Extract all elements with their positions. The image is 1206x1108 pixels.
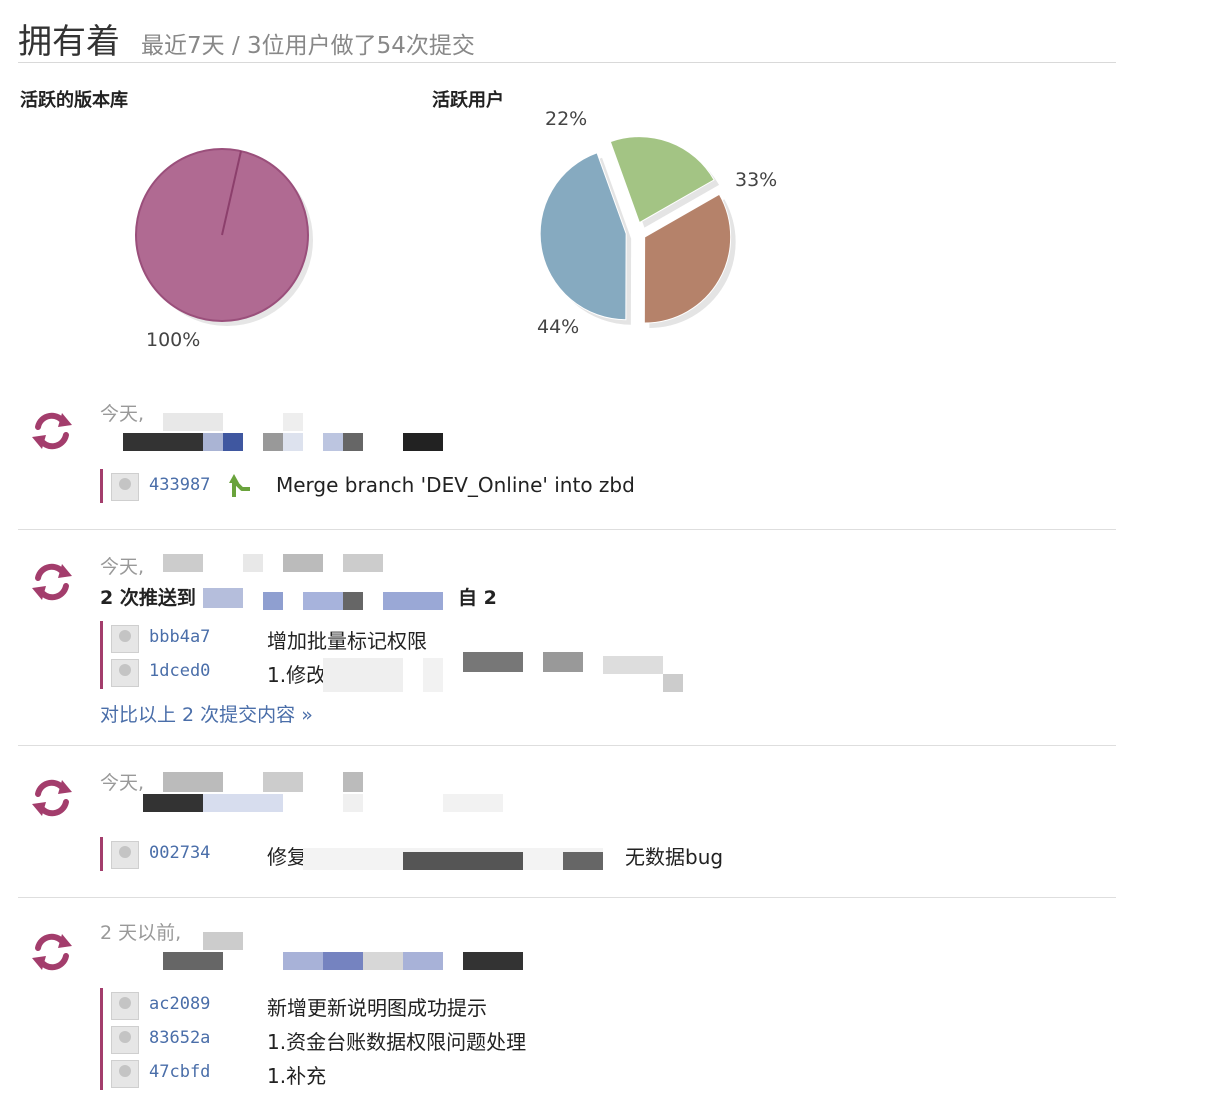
redacted-region [343,554,383,572]
redacted-region [343,794,363,812]
redacted-region [203,932,243,950]
avatar[interactable] [111,625,139,653]
redacted-region [383,592,443,610]
users-pie-label-22: 22% [545,108,588,130]
redacted-region [263,772,303,792]
commit-message: Merge branch 'DEV_Online' into zbd [276,473,635,497]
commit-row: ac2089 新增更新说明图成功提示 [111,988,711,1022]
commit-row: bbb4a7 增加批量标记权限 [111,621,711,655]
redacted-region [243,554,263,572]
commit-row: 83652a 1.资金台账数据权限问题处理 [111,1022,711,1056]
redacted-region [283,554,323,572]
activity-event: 2 天以前, ac2089 新增更新说明图成功提示 83652a 1.资金台账数… [18,898,1116,1098]
commit-list: 433987 Merge branch 'DEV_Online' into zb… [100,469,671,503]
commit-message-suffix: 无数据bug [625,845,724,869]
redacted-region [343,592,363,610]
refresh-cycle-icon [32,933,72,971]
redacted-region [563,852,603,870]
redacted-region [343,433,363,451]
event-time: 今天, [100,556,145,578]
commit-sha-link[interactable]: bbb4a7 [149,627,210,647]
redacted-region [663,674,683,692]
avatar[interactable] [111,841,139,869]
commit-list: bbb4a7 增加批量标记权限 1dced0 1.修改 [100,621,711,689]
pie-slice-44[interactable] [539,152,627,321]
commit-message: 1.修改 [267,663,327,687]
event-time: 2 天以前, [100,922,182,944]
redacted-region [163,772,223,792]
refresh-cycle-icon [32,563,72,601]
commit-list: ac2089 新增更新说明图成功提示 83652a 1.资金台账数据权限问题处理… [100,988,711,1090]
refresh-cycle-icon [32,412,72,450]
avatar[interactable] [111,659,139,687]
redacted-region [143,794,203,812]
merge-arrow-icon [229,474,250,497]
redacted-region [263,592,283,610]
redacted-region [323,433,343,451]
redacted-branch-link[interactable] [203,588,243,608]
event-title-prefix: 2 次推送到 [100,587,196,609]
commit-message: 1.资金台账数据权限问题处理 [267,1030,527,1054]
commit-message-prefix: 修复 [267,845,307,869]
redacted-region [163,952,223,970]
redacted-region [123,433,203,451]
active-users-pie-chart [539,136,736,329]
commit-message: 1.补充 [267,1064,327,1088]
redacted-region [603,656,663,674]
redacted-region [203,794,283,812]
commit-message: 增加批量标记权限 [267,629,427,653]
redacted-region [463,652,523,672]
event-time: 今天, [100,772,145,794]
commit-sha-link[interactable]: 002734 [149,843,210,863]
redacted-region [403,433,443,451]
avatar[interactable] [111,1060,139,1088]
refresh-cycle-icon [32,779,72,817]
active-users-pie-slices [539,136,736,329]
redacted-region [543,652,583,672]
redacted-region [343,772,363,792]
redacted-region [423,658,443,692]
redacted-region [323,952,363,970]
commit-message: 新增更新说明图成功提示 [267,996,487,1020]
commit-sha-link[interactable]: 83652a [149,1028,210,1048]
commit-sha-link[interactable]: 47cbfd [149,1062,210,1082]
commit-row: 433987 Merge branch 'DEV_Online' into zb… [111,469,671,503]
commit-sha-link[interactable]: 433987 [149,475,210,495]
users-pie-label-33: 33% [735,169,778,191]
redacted-region [443,794,503,812]
redacted-region [463,952,523,970]
redacted-region [363,952,403,970]
activity-event: 今天, 002734 修复 无数据bug [18,746,1116,898]
event-time: 今天, [100,403,145,425]
avatar[interactable] [111,1026,139,1054]
redacted-region [263,433,283,451]
activity-event: 今天, 433987 Merge branch 'DEV_Online' int… [18,395,1116,530]
redacted-region [223,433,243,451]
redacted-region [403,852,523,870]
avatar[interactable] [111,992,139,1020]
activity-event: 今天, 2 次推送到 自 2 bbb4a7 增加批量标记权限 1dced0 1.… [18,530,1116,746]
redacted-region [283,413,303,431]
redacted-region [163,413,223,431]
redacted-region [283,433,303,451]
avatar[interactable] [111,473,139,501]
redacted-region [163,554,203,572]
users-pie-label-44: 44% [537,316,580,338]
redacted-region [323,658,403,692]
commit-row: 47cbfd 1.补充 [111,1056,711,1090]
compare-commits-link[interactable]: 对比以上 2 次提交内容 » [100,700,313,727]
event-title-suffix: 自 2 [458,587,497,609]
commit-sha-link[interactable]: 1dced0 [149,661,210,681]
commit-sha-link[interactable]: ac2089 [149,994,210,1014]
